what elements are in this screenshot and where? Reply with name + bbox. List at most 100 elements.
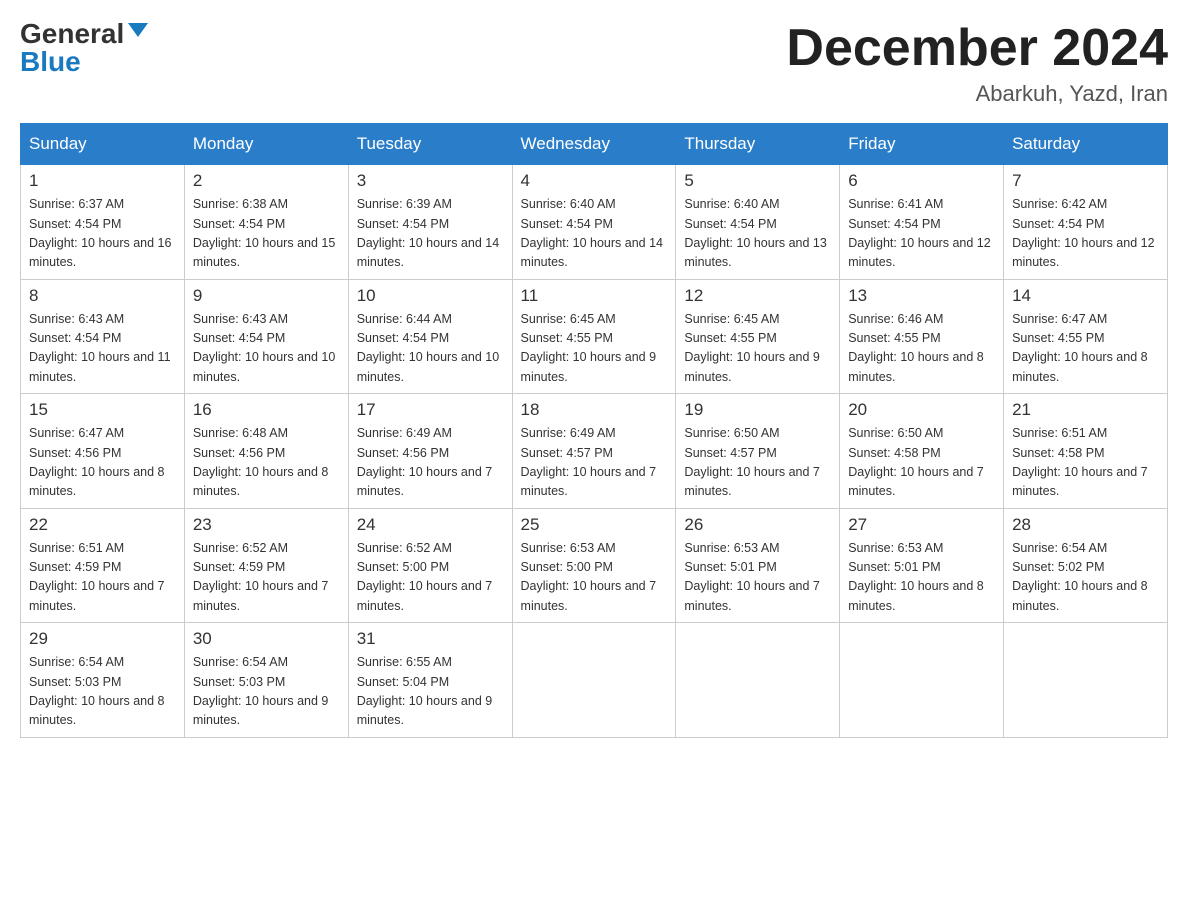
day-cell: 11 Sunrise: 6:45 AMSunset: 4:55 PMDaylig… — [512, 279, 676, 394]
column-header-friday: Friday — [840, 124, 1004, 165]
day-cell: 5 Sunrise: 6:40 AMSunset: 4:54 PMDayligh… — [676, 165, 840, 280]
column-header-thursday: Thursday — [676, 124, 840, 165]
location-title: Abarkuh, Yazd, Iran — [786, 81, 1168, 107]
day-info: Sunrise: 6:46 AMSunset: 4:55 PMDaylight:… — [848, 310, 995, 388]
day-cell: 4 Sunrise: 6:40 AMSunset: 4:54 PMDayligh… — [512, 165, 676, 280]
column-header-saturday: Saturday — [1004, 124, 1168, 165]
day-number: 21 — [1012, 400, 1159, 420]
day-cell: 13 Sunrise: 6:46 AMSunset: 4:55 PMDaylig… — [840, 279, 1004, 394]
day-number: 29 — [29, 629, 176, 649]
day-cell: 12 Sunrise: 6:45 AMSunset: 4:55 PMDaylig… — [676, 279, 840, 394]
month-title: December 2024 — [786, 20, 1168, 77]
day-number: 22 — [29, 515, 176, 535]
day-number: 4 — [521, 171, 668, 191]
day-info: Sunrise: 6:52 AMSunset: 4:59 PMDaylight:… — [193, 539, 340, 617]
day-info: Sunrise: 6:53 AMSunset: 5:01 PMDaylight:… — [684, 539, 831, 617]
day-info: Sunrise: 6:49 AMSunset: 4:57 PMDaylight:… — [521, 424, 668, 502]
day-cell: 18 Sunrise: 6:49 AMSunset: 4:57 PMDaylig… — [512, 394, 676, 509]
column-header-monday: Monday — [184, 124, 348, 165]
day-number: 2 — [193, 171, 340, 191]
day-info: Sunrise: 6:40 AMSunset: 4:54 PMDaylight:… — [684, 195, 831, 273]
header-row: SundayMondayTuesdayWednesdayThursdayFrid… — [21, 124, 1168, 165]
day-info: Sunrise: 6:43 AMSunset: 4:54 PMDaylight:… — [193, 310, 340, 388]
day-info: Sunrise: 6:47 AMSunset: 4:56 PMDaylight:… — [29, 424, 176, 502]
day-number: 18 — [521, 400, 668, 420]
day-number: 9 — [193, 286, 340, 306]
day-cell: 1 Sunrise: 6:37 AMSunset: 4:54 PMDayligh… — [21, 165, 185, 280]
logo: General Blue — [20, 20, 148, 76]
day-info: Sunrise: 6:47 AMSunset: 4:55 PMDaylight:… — [1012, 310, 1159, 388]
day-cell: 20 Sunrise: 6:50 AMSunset: 4:58 PMDaylig… — [840, 394, 1004, 509]
day-number: 12 — [684, 286, 831, 306]
week-row-1: 1 Sunrise: 6:37 AMSunset: 4:54 PMDayligh… — [21, 165, 1168, 280]
day-cell: 30 Sunrise: 6:54 AMSunset: 5:03 PMDaylig… — [184, 623, 348, 738]
day-number: 25 — [521, 515, 668, 535]
day-number: 3 — [357, 171, 504, 191]
day-cell — [840, 623, 1004, 738]
column-header-sunday: Sunday — [21, 124, 185, 165]
day-info: Sunrise: 6:54 AMSunset: 5:02 PMDaylight:… — [1012, 539, 1159, 617]
day-cell: 21 Sunrise: 6:51 AMSunset: 4:58 PMDaylig… — [1004, 394, 1168, 509]
day-info: Sunrise: 6:44 AMSunset: 4:54 PMDaylight:… — [357, 310, 504, 388]
day-info: Sunrise: 6:51 AMSunset: 4:58 PMDaylight:… — [1012, 424, 1159, 502]
day-info: Sunrise: 6:39 AMSunset: 4:54 PMDaylight:… — [357, 195, 504, 273]
day-info: Sunrise: 6:54 AMSunset: 5:03 PMDaylight:… — [193, 653, 340, 731]
day-info: Sunrise: 6:45 AMSunset: 4:55 PMDaylight:… — [684, 310, 831, 388]
day-info: Sunrise: 6:55 AMSunset: 5:04 PMDaylight:… — [357, 653, 504, 731]
day-info: Sunrise: 6:45 AMSunset: 4:55 PMDaylight:… — [521, 310, 668, 388]
day-info: Sunrise: 6:40 AMSunset: 4:54 PMDaylight:… — [521, 195, 668, 273]
logo-triangle-icon — [128, 23, 148, 37]
day-cell: 25 Sunrise: 6:53 AMSunset: 5:00 PMDaylig… — [512, 508, 676, 623]
week-row-3: 15 Sunrise: 6:47 AMSunset: 4:56 PMDaylig… — [21, 394, 1168, 509]
day-cell: 22 Sunrise: 6:51 AMSunset: 4:59 PMDaylig… — [21, 508, 185, 623]
day-info: Sunrise: 6:42 AMSunset: 4:54 PMDaylight:… — [1012, 195, 1159, 273]
day-info: Sunrise: 6:48 AMSunset: 4:56 PMDaylight:… — [193, 424, 340, 502]
day-number: 24 — [357, 515, 504, 535]
logo-blue-text: Blue — [20, 48, 81, 76]
calendar-table: SundayMondayTuesdayWednesdayThursdayFrid… — [20, 123, 1168, 738]
day-cell: 8 Sunrise: 6:43 AMSunset: 4:54 PMDayligh… — [21, 279, 185, 394]
day-cell: 29 Sunrise: 6:54 AMSunset: 5:03 PMDaylig… — [21, 623, 185, 738]
day-number: 27 — [848, 515, 995, 535]
day-number: 23 — [193, 515, 340, 535]
day-number: 8 — [29, 286, 176, 306]
day-number: 19 — [684, 400, 831, 420]
day-info: Sunrise: 6:51 AMSunset: 4:59 PMDaylight:… — [29, 539, 176, 617]
day-number: 17 — [357, 400, 504, 420]
day-cell: 26 Sunrise: 6:53 AMSunset: 5:01 PMDaylig… — [676, 508, 840, 623]
day-number: 14 — [1012, 286, 1159, 306]
day-info: Sunrise: 6:49 AMSunset: 4:56 PMDaylight:… — [357, 424, 504, 502]
day-cell: 15 Sunrise: 6:47 AMSunset: 4:56 PMDaylig… — [21, 394, 185, 509]
day-cell: 23 Sunrise: 6:52 AMSunset: 4:59 PMDaylig… — [184, 508, 348, 623]
day-number: 11 — [521, 286, 668, 306]
day-cell: 27 Sunrise: 6:53 AMSunset: 5:01 PMDaylig… — [840, 508, 1004, 623]
column-header-wednesday: Wednesday — [512, 124, 676, 165]
day-number: 20 — [848, 400, 995, 420]
day-cell: 10 Sunrise: 6:44 AMSunset: 4:54 PMDaylig… — [348, 279, 512, 394]
day-info: Sunrise: 6:43 AMSunset: 4:54 PMDaylight:… — [29, 310, 176, 388]
day-cell: 24 Sunrise: 6:52 AMSunset: 5:00 PMDaylig… — [348, 508, 512, 623]
column-header-tuesday: Tuesday — [348, 124, 512, 165]
day-cell: 16 Sunrise: 6:48 AMSunset: 4:56 PMDaylig… — [184, 394, 348, 509]
day-cell: 17 Sunrise: 6:49 AMSunset: 4:56 PMDaylig… — [348, 394, 512, 509]
day-info: Sunrise: 6:53 AMSunset: 5:00 PMDaylight:… — [521, 539, 668, 617]
day-cell: 7 Sunrise: 6:42 AMSunset: 4:54 PMDayligh… — [1004, 165, 1168, 280]
page-header: General Blue December 2024 Abarkuh, Yazd… — [20, 20, 1168, 107]
day-number: 15 — [29, 400, 176, 420]
week-row-5: 29 Sunrise: 6:54 AMSunset: 5:03 PMDaylig… — [21, 623, 1168, 738]
day-info: Sunrise: 6:50 AMSunset: 4:57 PMDaylight:… — [684, 424, 831, 502]
day-info: Sunrise: 6:54 AMSunset: 5:03 PMDaylight:… — [29, 653, 176, 731]
day-cell: 3 Sunrise: 6:39 AMSunset: 4:54 PMDayligh… — [348, 165, 512, 280]
day-cell — [512, 623, 676, 738]
week-row-2: 8 Sunrise: 6:43 AMSunset: 4:54 PMDayligh… — [21, 279, 1168, 394]
day-number: 5 — [684, 171, 831, 191]
day-number: 13 — [848, 286, 995, 306]
day-info: Sunrise: 6:41 AMSunset: 4:54 PMDaylight:… — [848, 195, 995, 273]
day-number: 28 — [1012, 515, 1159, 535]
day-info: Sunrise: 6:38 AMSunset: 4:54 PMDaylight:… — [193, 195, 340, 273]
logo-general-text: General — [20, 20, 124, 48]
day-cell: 6 Sunrise: 6:41 AMSunset: 4:54 PMDayligh… — [840, 165, 1004, 280]
title-block: December 2024 Abarkuh, Yazd, Iran — [786, 20, 1168, 107]
week-row-4: 22 Sunrise: 6:51 AMSunset: 4:59 PMDaylig… — [21, 508, 1168, 623]
day-info: Sunrise: 6:53 AMSunset: 5:01 PMDaylight:… — [848, 539, 995, 617]
